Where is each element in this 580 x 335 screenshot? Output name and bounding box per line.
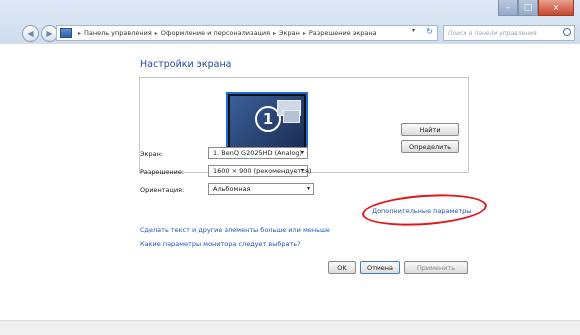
chevron-right-icon: ▸ [154, 29, 158, 37]
ok-button[interactable]: OK [328, 261, 356, 274]
main-content: Настройки экрана 1 Найти Определить Экра… [0, 44, 580, 334]
control-panel-icon [60, 28, 72, 38]
minimize-button[interactable]: – [498, 0, 518, 16]
find-button[interactable]: Найти [401, 123, 459, 136]
orientation-select-value: Альбомная [213, 185, 251, 193]
orientation-label: Ориентация: [140, 186, 185, 194]
status-bar [0, 320, 580, 335]
search-input[interactable]: Поиск в панели управления [443, 25, 575, 41]
breadcrumb-display[interactable]: Экран [279, 29, 300, 37]
breadcrumb-resolution[interactable]: Разрешение экрана [309, 29, 377, 37]
chevron-down-icon: ▾ [300, 149, 304, 156]
apply-button[interactable]: Применить [404, 261, 468, 274]
close-button[interactable]: x [538, 0, 574, 16]
search-placeholder: Поиск в панели управления [448, 29, 537, 37]
window-controls: – □ x [498, 0, 574, 16]
advanced-settings-link[interactable]: Дополнительные параметры [372, 207, 471, 215]
chevron-down-icon: ▾ [306, 185, 310, 192]
chevron-down-icon[interactable]: ▾ [412, 27, 415, 34]
chevron-down-icon: ▾ [300, 167, 304, 174]
navigation-buttons: ◀ ▶ [22, 25, 60, 42]
text-size-link[interactable]: Сделать текст и другие элементы больше и… [140, 226, 330, 234]
resolution-select-value: 1600 × 900 (рекомендуется) [213, 167, 312, 175]
monitor-settings-help-link[interactable]: Какие параметры монитора следует выбрать… [140, 240, 301, 248]
cancel-button[interactable]: Отмена [360, 261, 400, 274]
maximize-button[interactable]: □ [518, 0, 538, 16]
back-button[interactable]: ◀ [22, 25, 39, 42]
chevron-right-icon: ▸ [272, 29, 276, 37]
identify-button[interactable]: Определить [401, 140, 459, 153]
chevron-right-icon: ▸ [302, 29, 306, 37]
monitor-thumbnail[interactable]: 1 [226, 92, 308, 153]
address-bar[interactable]: ▸ Панель управления ▸ Оформление и персо… [56, 25, 438, 41]
refresh-icon[interactable]: ↻ [426, 27, 433, 36]
window-titlebar: – □ x ◀ ▶ ▸ Панель управления ▸ Оформлен… [0, 0, 580, 44]
breadcrumb-appearance[interactable]: Оформление и персонализация [161, 29, 270, 37]
orientation-select[interactable]: Альбомная ▾ [208, 183, 314, 195]
search-icon[interactable] [563, 28, 571, 36]
breadcrumb-control-panel[interactable]: Панель управления [84, 29, 152, 37]
display-select-value: 1. BenQ G2025HD (Analog) [213, 149, 303, 157]
resolution-select[interactable]: 1600 × 900 (рекомендуется) ▾ [208, 165, 312, 177]
resolution-label: Разрешение: [140, 168, 185, 176]
monitor-screen: 1 [230, 96, 304, 149]
display-label: Экран: [140, 150, 164, 158]
window-icon [283, 110, 300, 123]
chevron-right-icon: ▸ [78, 29, 82, 37]
page-title: Настройки экрана [140, 59, 232, 70]
display-select[interactable]: 1. BenQ G2025HD (Analog) ▾ [208, 147, 308, 159]
